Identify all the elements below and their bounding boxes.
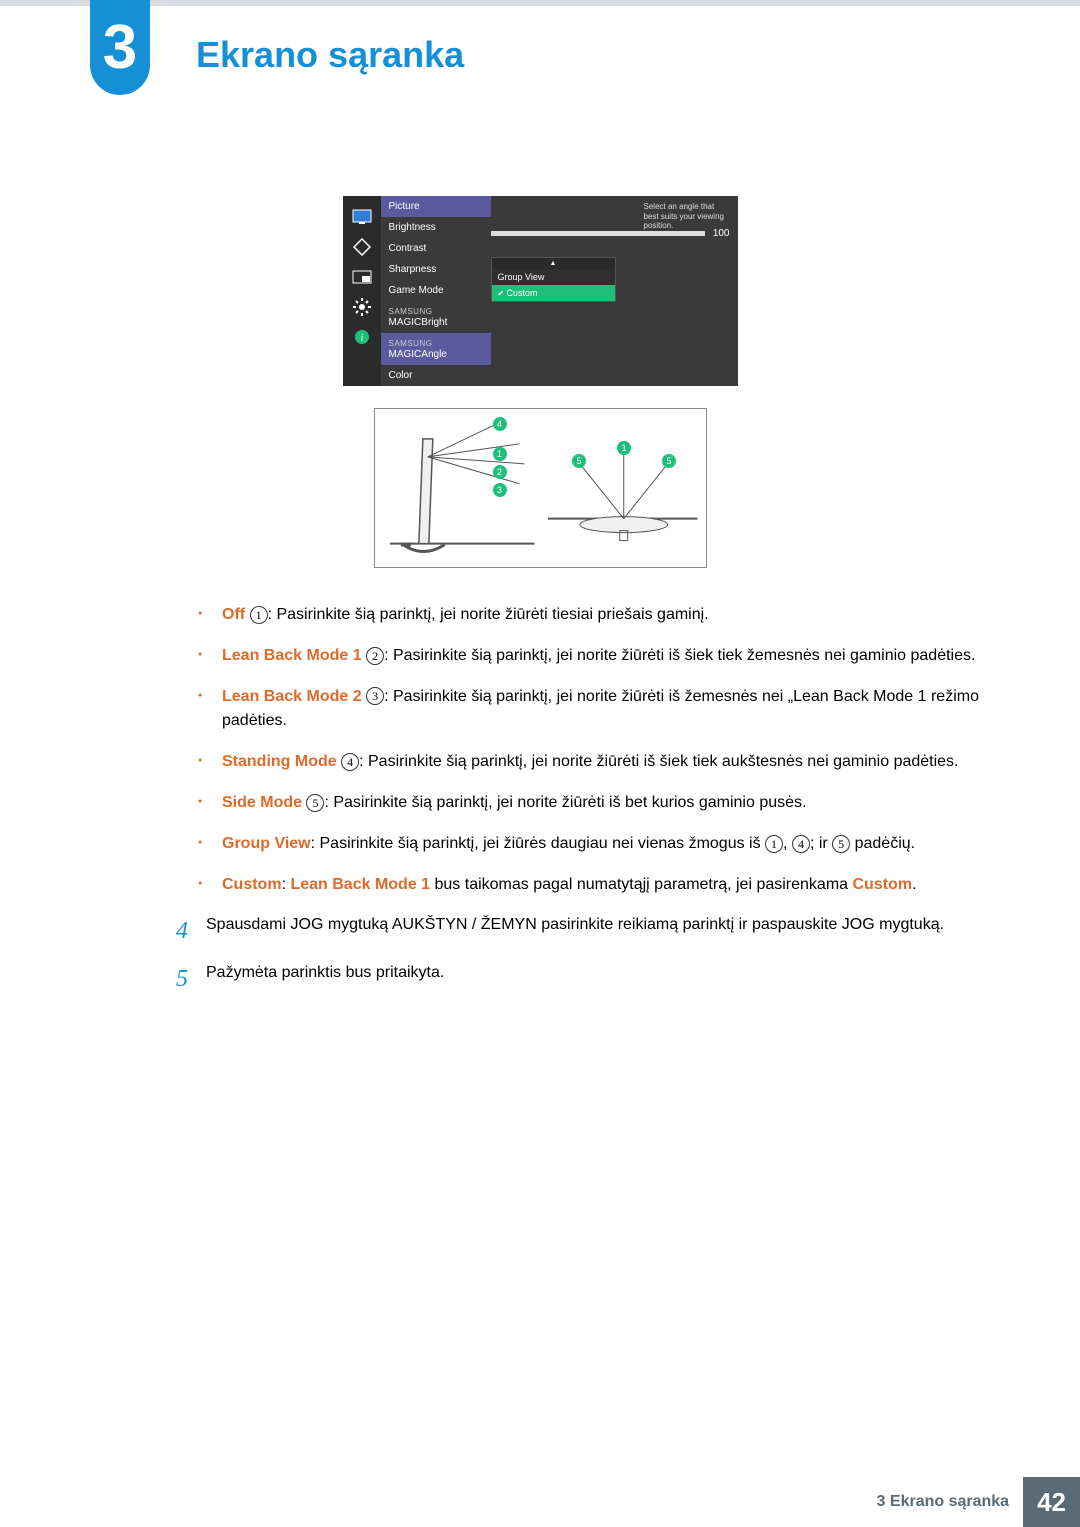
- marker-3: 3: [493, 483, 507, 497]
- osd-item-sharpness: Sharpness: [381, 259, 491, 280]
- svg-text:i: i: [360, 333, 363, 344]
- osd-item-gamemode: Game Mode: [381, 280, 491, 301]
- brightness-slider: [491, 231, 705, 236]
- stand-label: Standing Mode: [222, 753, 337, 770]
- marker-2: 2: [493, 465, 507, 479]
- lb2-label: Lean Back Mode 2: [222, 688, 362, 705]
- footer-chapter-text: 3 Ekrano sąranka: [877, 1493, 1010, 1511]
- picture-icon: [352, 208, 372, 226]
- custom-t2: bus taikomas pagal numatytąjį parametrą,…: [430, 876, 852, 893]
- custom-bold2: Lean Back Mode 1: [290, 876, 430, 893]
- osd-item-brightness: Brightness: [381, 217, 491, 238]
- diagram-top-view: 5 1 5: [540, 409, 706, 567]
- group-n3: 5: [832, 835, 850, 853]
- chapter-number-badge: 3: [90, 0, 150, 95]
- step-5: 5 Pažymėta parinktis bus pritaikyta.: [160, 961, 980, 998]
- footer-page-number: 42: [1023, 1477, 1080, 1527]
- group-pre: : Pasirinkite šią parinktį, jei žiūrės d…: [311, 835, 765, 852]
- chapter-title: Ekrano sąranka: [160, 6, 1080, 76]
- pip-icon: [352, 268, 372, 286]
- bullet-leanback1: Lean Back Mode 1 2: Pasirinkite šią pari…: [222, 644, 980, 669]
- step5-text: Pažymėta parinktis bus pritaikyta.: [206, 961, 980, 998]
- osd-sidebar-icons: i: [343, 196, 381, 386]
- off-label: Off: [222, 606, 245, 623]
- brand-samsung2: SAMSUNG: [389, 339, 433, 348]
- stand-num: 4: [341, 753, 359, 771]
- dropdown-up-arrow: [492, 258, 615, 269]
- custom-label2: Custom: [853, 876, 913, 893]
- group-n2: 4: [792, 835, 810, 853]
- bullet-side: Side Mode 5: Pasirinkite šią parinktį, j…: [222, 791, 980, 816]
- osd-menu-labels: Picture Brightness Contrast Sharpness Ga…: [381, 196, 491, 386]
- dropdown-custom: Custom: [492, 285, 615, 301]
- osd-item-color: Color: [381, 365, 491, 386]
- size-icon: [352, 238, 372, 256]
- osd-item-magicbright: SAMSUNG MAGICBright: [381, 301, 491, 333]
- step5-num: 5: [160, 961, 188, 998]
- osd-item-contrast: Contrast: [381, 238, 491, 259]
- settings-icon: [352, 298, 372, 316]
- marker-4: 4: [493, 417, 507, 431]
- custom-label: Custom: [222, 876, 282, 893]
- angle-diagram: 4 1 2 3 5 1 5: [374, 408, 707, 568]
- osd-right-panel: Select an angle that best suits your vie…: [491, 196, 738, 386]
- side-text: : Pasirinkite šią parinktį, jei norite ž…: [324, 794, 806, 811]
- group-post: padėčių.: [850, 835, 915, 852]
- dropdown-groupview: Group View: [492, 269, 615, 285]
- side-num: 5: [306, 794, 324, 812]
- info-icon: i: [352, 328, 372, 346]
- step4-text: Spausdami JOG mygtuką AUKŠTYN / ŽEMYN pa…: [206, 913, 980, 950]
- lb1-num: 2: [366, 647, 384, 665]
- group-sep2: ; ir: [810, 835, 832, 852]
- off-num: 1: [250, 606, 268, 624]
- marker-5b: 5: [662, 454, 676, 468]
- bullet-leanback2: Lean Back Mode 2 3: Pasirinkite šią pari…: [222, 685, 980, 735]
- step-4: 4 Spausdami JOG mygtuką AUKŠTYN / ŽEMYN …: [160, 913, 980, 950]
- lb1-label: Lean Back Mode 1: [222, 647, 362, 664]
- osd-screenshot: i Picture Brightness Contrast Sharpness …: [343, 196, 738, 386]
- group-sep1: ,: [783, 835, 792, 852]
- osd-item-magicangle: SAMSUNG MAGICAngle: [381, 333, 491, 365]
- marker-1a: 1: [493, 447, 507, 461]
- bullet-groupview: Group View: Pasirinkite šią parinktį, je…: [222, 832, 980, 857]
- diagram-side-view: 4 1 2 3: [375, 409, 541, 567]
- page-footer: 3 Ekrano sąranka 42: [877, 1477, 1080, 1527]
- page-header: 3 Ekrano sąranka: [0, 6, 1080, 76]
- lb1-text: : Pasirinkite šią parinktį, jei norite ž…: [384, 647, 975, 664]
- group-n1: 1: [765, 835, 783, 853]
- step4-num: 4: [160, 913, 188, 950]
- magicangle-label: MAGICAngle: [389, 349, 447, 360]
- off-text: : Pasirinkite šią parinktį, jei norite ž…: [268, 606, 709, 623]
- marker-5a: 5: [572, 454, 586, 468]
- group-label: Group View: [222, 835, 311, 852]
- bullet-off: Off 1: Pasirinkite šią parinktį, jei nor…: [222, 603, 980, 628]
- custom-t3: .: [912, 876, 916, 893]
- magicbright-label: MAGICBright: [389, 317, 448, 328]
- bullet-custom: Custom: Lean Back Mode 1 bus taikomas pa…: [222, 873, 980, 898]
- marker-1b: 1: [617, 441, 631, 455]
- bullet-standing: Standing Mode 4: Pasirinkite šią parinkt…: [222, 750, 980, 775]
- angle-dropdown: Group View Custom: [491, 257, 616, 302]
- lb2-num: 3: [366, 687, 384, 705]
- side-label: Side Mode: [222, 794, 302, 811]
- osd-hint-text: Select an angle that best suits your vie…: [644, 202, 732, 231]
- brand-samsung: SAMSUNG: [389, 307, 433, 316]
- stand-text: : Pasirinkite šią parinktį, jei norite ž…: [359, 753, 958, 770]
- content-body: Off 1: Pasirinkite šią parinktį, jei nor…: [160, 603, 980, 998]
- osd-menu-header: Picture: [381, 196, 491, 217]
